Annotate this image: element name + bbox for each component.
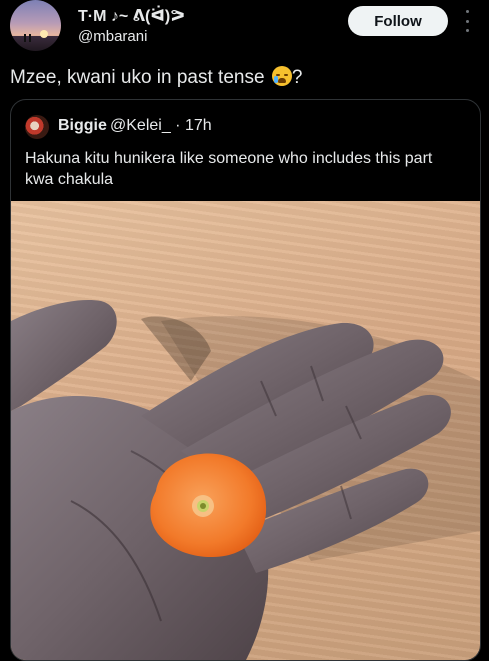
author-handle[interactable]: @mbarani (78, 28, 147, 45)
quoted-author-handle[interactable]: @Kelei_ (110, 117, 171, 134)
tweet-text: Mzee, kwani uko in past tense ? (10, 66, 302, 89)
author-avatar[interactable] (10, 0, 61, 51)
quoted-author-handle-time: @Kelei_ · 17h (110, 117, 212, 135)
author-display-name[interactable]: T·M ♪~ ᕕ(ᐛ)ᕗ (78, 6, 185, 26)
tweet-suffix: ? (291, 67, 303, 88)
quoted-tweet[interactable]: Biggie @Kelei_ · 17h Hakuna kitu huniker… (10, 99, 481, 661)
tweet-body: Mzee, kwani uko in past tense (10, 67, 265, 88)
quoted-timestamp: · 17h (175, 117, 212, 134)
sun-icon (40, 30, 48, 38)
quoted-author-name[interactable]: Biggie (58, 117, 107, 135)
quoted-text: Hakuna kitu hunikera like someone who in… (25, 150, 433, 188)
quoted-author-avatar[interactable] (25, 115, 49, 139)
more-options-icon[interactable] (463, 10, 471, 32)
follow-button[interactable]: Follow (348, 6, 448, 36)
hand-carrot-illustration (11, 300, 480, 660)
silhouette-figure (24, 34, 26, 42)
quoted-photo[interactable] (11, 201, 480, 660)
crying-face-emoji-icon (271, 66, 292, 86)
silhouette-figure (29, 34, 31, 42)
tweet-header: T·M ♪~ ᕕ(ᐛ)ᕗ @mbarani Follow (0, 0, 489, 60)
